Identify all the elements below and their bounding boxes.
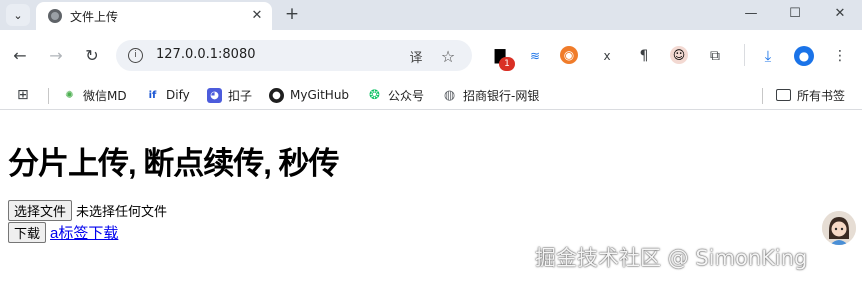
- bookmark-label: 招商银行-网银: [463, 88, 540, 103]
- wechat-official-icon: ❂: [369, 87, 380, 103]
- watermark-text: 掘金技术社区 @ SimonKing: [535, 246, 808, 270]
- browser-toolbar: ← → ↻ i 127.0.0.1:8080 译 ☆ ▇ 1 ≋ ◉ x ¶ ☺…: [0, 30, 862, 80]
- bookmarks-separator: [762, 88, 763, 104]
- bookmark-coze[interactable]: ◕ 扣子: [207, 86, 252, 104]
- bookmark-label: 微信MD: [83, 88, 127, 103]
- extension-badge: 1: [499, 57, 515, 71]
- bookmark-mygithub[interactable]: ● MyGitHub: [269, 86, 349, 104]
- file-input-row: 选择文件 未选择任何文件: [8, 200, 167, 221]
- download-row: 下载 a标签下载: [8, 222, 118, 243]
- dify-icon: if: [148, 89, 157, 101]
- more-menu-icon[interactable]: ⋮: [830, 46, 850, 66]
- bookmark-dify[interactable]: if Dify: [145, 86, 190, 104]
- apps-icon[interactable]: ⊞: [17, 86, 29, 104]
- file-status: 未选择任何文件: [76, 204, 168, 219]
- reload-button[interactable]: ↻: [82, 44, 102, 66]
- window-close-button[interactable]: ✕: [829, 3, 851, 23]
- download-button[interactable]: 下载: [8, 222, 47, 243]
- github-icon: ●: [269, 87, 284, 103]
- download-icon[interactable]: ⤓: [758, 46, 778, 66]
- all-bookmarks-folder[interactable]: 所有书签: [776, 86, 845, 104]
- bookmark-label: MyGitHub: [290, 88, 350, 102]
- toolbar-divider: [744, 44, 745, 66]
- bookmark-label: 公众号: [388, 88, 425, 103]
- maximize-button[interactable]: ☐: [784, 3, 806, 23]
- bookmarks-separator: [48, 88, 49, 104]
- all-bookmarks-label: 所有书签: [797, 88, 846, 103]
- back-button[interactable]: ←: [10, 44, 30, 66]
- url-text[interactable]: 127.0.0.1:8080: [156, 47, 256, 62]
- page-title: 分片上传, 断点续传, 秒传: [8, 146, 339, 181]
- tab-title: 文件上传: [70, 10, 119, 24]
- wechat-md-icon: ✺: [65, 89, 74, 101]
- extensions-puzzle-icon[interactable]: ⧉: [705, 46, 725, 66]
- chevron-down-icon: ⌄: [13, 8, 23, 22]
- watermark-avatar: [822, 211, 856, 245]
- download-link[interactable]: a标签下载: [50, 222, 118, 243]
- extension-layers-icon[interactable]: ≋: [525, 46, 545, 66]
- bookmark-cmb[interactable]: ◍ 招商银行-网银: [442, 86, 540, 104]
- tab-strip: ⌄ 文件上传 ✕ + — ☐ ✕: [0, 0, 862, 30]
- folder-icon: [776, 89, 791, 101]
- active-tab[interactable]: 文件上传 ✕: [36, 2, 272, 30]
- page-content: 分片上传, 断点续传, 秒传 选择文件 未选择任何文件 下载 a标签下载 掘金技…: [0, 111, 862, 284]
- translate-icon[interactable]: 译: [406, 46, 426, 66]
- new-tab-button[interactable]: +: [282, 4, 302, 24]
- bookmark-wechat-official[interactable]: ❂ 公众号: [367, 86, 424, 104]
- choose-file-button[interactable]: 选择文件: [8, 200, 73, 221]
- close-icon[interactable]: ✕: [248, 6, 266, 24]
- profile-icon[interactable]: ●: [794, 46, 814, 66]
- tab-search-button[interactable]: ⌄: [6, 4, 30, 26]
- globe-icon: [48, 9, 62, 23]
- minimize-button[interactable]: —: [740, 3, 762, 23]
- forward-button[interactable]: →: [46, 44, 66, 66]
- coze-icon: ◕: [207, 87, 222, 103]
- bookmark-star-icon[interactable]: ☆: [438, 46, 458, 66]
- address-bar[interactable]: i 127.0.0.1:8080 译 ☆: [116, 40, 472, 71]
- site-info-icon[interactable]: i: [128, 48, 143, 63]
- bookmarks-bar: ⊞ ✺ 微信MD if Dify ◕ 扣子 ● MyGitHub ❂ 公众号 ◍…: [0, 80, 862, 110]
- extension-x-icon[interactable]: x: [597, 46, 617, 66]
- bookmark-wechat-md[interactable]: ✺ 微信MD: [62, 86, 127, 104]
- bookmark-label: 扣子: [228, 88, 253, 103]
- globe-icon: ◍: [443, 87, 456, 103]
- extension-orange-icon[interactable]: ◉: [560, 46, 578, 64]
- bookmark-label: Dify: [166, 88, 190, 102]
- extension-paragraph-icon[interactable]: ¶: [634, 46, 654, 66]
- extension-avatar-icon[interactable]: ☺: [670, 46, 688, 64]
